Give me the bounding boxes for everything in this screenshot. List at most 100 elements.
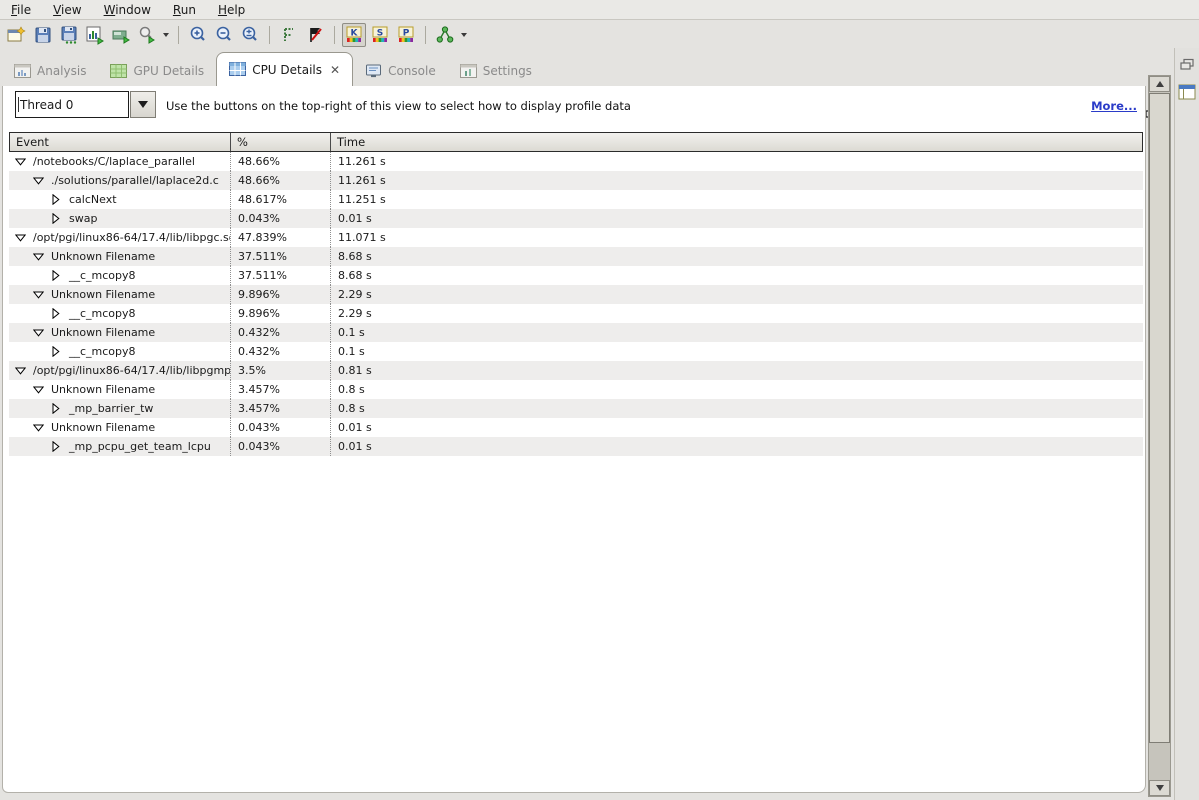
filter-f-button[interactable]	[277, 23, 301, 47]
zoom-fit-button[interactable]	[238, 23, 262, 47]
new-session-button[interactable]	[5, 23, 29, 47]
source-view-button[interactable]: S	[368, 23, 392, 47]
zoom-in-icon	[188, 25, 208, 45]
expand-toggle-icon[interactable]	[49, 441, 63, 452]
expand-toggle-icon[interactable]	[49, 194, 63, 205]
table-row[interactable]: calcNext 48.617% 11.251 s	[9, 190, 1143, 209]
detached-view-icon[interactable]	[1178, 84, 1196, 103]
table-row[interactable]: /opt/pgi/linux86-64/17.4/lib/libpgc.so 4…	[9, 228, 1143, 247]
tab-close-icon[interactable]: ✕	[330, 63, 340, 77]
expand-toggle-icon[interactable]	[49, 213, 63, 224]
arrow-down-icon	[1156, 785, 1164, 791]
collapse-toggle-icon[interactable]	[31, 386, 45, 394]
percent-value: 3.457%	[231, 399, 331, 418]
node-graph-dropdown-icon[interactable]	[461, 33, 467, 37]
tab-analysis[interactable]: Analysis	[2, 56, 98, 86]
table-body: /notebooks/C/laplace_parallel 48.66% 11.…	[9, 152, 1143, 456]
column-header-time[interactable]: Time	[331, 133, 1142, 151]
flag-slash-icon	[305, 25, 325, 45]
event-cell: /notebooks/C/laplace_parallel	[9, 152, 231, 171]
table-row[interactable]: Unknown Filename 3.457% 0.8 s	[9, 380, 1143, 399]
table-row[interactable]: _mp_pcpu_get_team_lcpu 0.043% 0.01 s	[9, 437, 1143, 456]
profile-search-button[interactable]	[135, 23, 159, 47]
tab-gpu-details[interactable]: GPU Details	[98, 56, 216, 86]
toolbar-separator	[178, 26, 179, 44]
tab-cpu-details[interactable]: CPU Details ✕	[216, 52, 353, 86]
collapse-toggle-icon[interactable]	[31, 291, 45, 299]
thread-select-field[interactable]: Thread 0	[15, 91, 129, 118]
more-link[interactable]: More...	[1091, 99, 1137, 113]
table-row[interactable]: __c_mcopy8 9.896% 2.29 s	[9, 304, 1143, 323]
time-value: 0.01 s	[331, 437, 1143, 456]
settings-icon	[460, 64, 477, 79]
cpu-details-icon	[229, 62, 246, 77]
restore-pane-icon[interactable]	[1179, 58, 1195, 74]
collapse-toggle-icon[interactable]	[13, 367, 27, 375]
table-row[interactable]: /opt/pgi/linux86-64/17.4/lib/libpgmp.so …	[9, 361, 1143, 380]
export-timeline-button[interactable]	[109, 23, 133, 47]
table-row[interactable]: Unknown Filename 37.511% 8.68 s	[9, 247, 1143, 266]
table-row[interactable]: Unknown Filename 0.043% 0.01 s	[9, 418, 1143, 437]
event-label: Unknown Filename	[51, 288, 155, 301]
scrollbar-thumb[interactable]	[1149, 93, 1170, 743]
menu-file[interactable]: File	[0, 1, 42, 19]
event-cell: Unknown Filename	[9, 285, 231, 304]
expand-toggle-icon[interactable]	[49, 270, 63, 281]
node-graph-icon	[435, 25, 455, 45]
export-chart-button[interactable]	[83, 23, 107, 47]
collapse-toggle-icon[interactable]	[13, 158, 27, 166]
toolbar-separator	[269, 26, 270, 44]
expand-toggle-icon[interactable]	[49, 308, 63, 319]
scroll-down-button[interactable]	[1149, 780, 1170, 796]
time-value: 0.01 s	[331, 209, 1143, 228]
collapse-toggle-icon[interactable]	[31, 177, 45, 185]
program-view-button[interactable]: P	[394, 23, 418, 47]
zoom-in-button[interactable]	[186, 23, 210, 47]
save-as-button[interactable]	[57, 23, 81, 47]
save-button[interactable]	[31, 23, 55, 47]
percent-value: 0.432%	[231, 342, 331, 361]
node-graph-button[interactable]	[433, 23, 457, 47]
event-cell: __c_mcopy8	[9, 342, 231, 361]
collapse-toggle-icon[interactable]	[13, 234, 27, 242]
scroll-up-button[interactable]	[1149, 76, 1170, 92]
event-cell: calcNext	[9, 190, 231, 209]
event-label: __c_mcopy8	[69, 345, 136, 358]
zoom-out-button[interactable]	[212, 23, 236, 47]
column-header-percent[interactable]: %	[231, 133, 331, 151]
kernel-view-button[interactable]: K	[342, 23, 366, 47]
collapse-toggle-icon[interactable]	[31, 253, 45, 261]
table-row[interactable]: ./solutions/parallel/laplace2d.c 48.66% …	[9, 171, 1143, 190]
column-header-event[interactable]: Event	[10, 133, 231, 151]
tab-settings[interactable]: Settings	[448, 56, 544, 86]
menu-window[interactable]: Window	[93, 1, 162, 19]
table-row[interactable]: __c_mcopy8 37.511% 8.68 s	[9, 266, 1143, 285]
reset-flag-button[interactable]	[303, 23, 327, 47]
table-row[interactable]: __c_mcopy8 0.432% 0.1 s	[9, 342, 1143, 361]
tab-console[interactable]: Console	[353, 56, 448, 86]
menu-run[interactable]: Run	[162, 1, 207, 19]
event-cell: _mp_barrier_tw	[9, 399, 231, 418]
collapse-toggle-icon[interactable]	[31, 424, 45, 432]
table-row[interactable]: swap 0.043% 0.01 s	[9, 209, 1143, 228]
thread-select-dropdown-button[interactable]	[130, 91, 156, 118]
event-cell: /opt/pgi/linux86-64/17.4/lib/libpgmp.so	[9, 361, 231, 380]
expand-toggle-icon[interactable]	[49, 403, 63, 414]
vertical-scrollbar[interactable]	[1148, 75, 1171, 797]
profile-search-dropdown-icon[interactable]	[163, 33, 169, 37]
dashed-f-icon	[279, 25, 299, 45]
event-label: /opt/pgi/linux86-64/17.4/lib/libpgmp.so	[33, 364, 231, 377]
zoom-out-icon	[214, 25, 234, 45]
menu-view[interactable]: View	[42, 1, 92, 19]
thread-select[interactable]: Thread 0	[15, 91, 156, 118]
time-value: 2.29 s	[331, 285, 1143, 304]
table-row[interactable]: Unknown Filename 9.896% 2.29 s	[9, 285, 1143, 304]
percent-value: 37.511%	[231, 266, 331, 285]
table-row[interactable]: /notebooks/C/laplace_parallel 48.66% 11.…	[9, 152, 1143, 171]
menu-help[interactable]: Help	[207, 1, 256, 19]
collapse-toggle-icon[interactable]	[31, 329, 45, 337]
time-value: 11.071 s	[331, 228, 1143, 247]
table-row[interactable]: Unknown Filename 0.432% 0.1 s	[9, 323, 1143, 342]
expand-toggle-icon[interactable]	[49, 346, 63, 357]
table-row[interactable]: _mp_barrier_tw 3.457% 0.8 s	[9, 399, 1143, 418]
